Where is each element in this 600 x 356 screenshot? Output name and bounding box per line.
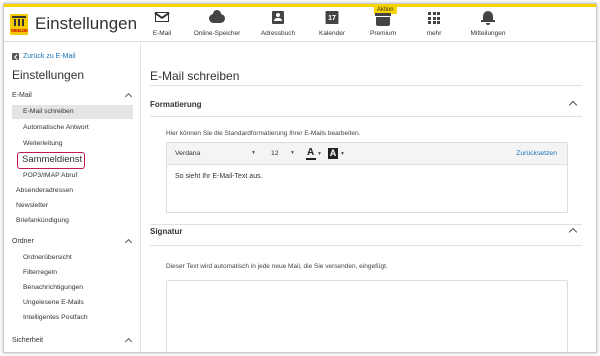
section-signatur[interactable]: Signatur xyxy=(150,227,582,237)
settings-window: WEB.DE Einstellungen E-Mail Online-Speic… xyxy=(3,3,597,353)
grid-icon xyxy=(428,12,440,24)
nav-calendar[interactable]: 17 Kalender xyxy=(306,4,358,42)
section-formatierung[interactable]: Formatierung xyxy=(150,100,582,110)
cloud-icon xyxy=(209,10,225,23)
sidebar-item-briefankuendigung[interactable]: Briefankündigung xyxy=(12,214,133,228)
background-color-icon: A xyxy=(328,148,338,159)
signature-textarea[interactable] xyxy=(166,280,568,352)
nav-label: mehr xyxy=(426,30,442,37)
sidebar-item-ordneruebersicht[interactable]: Ordnerübersicht xyxy=(12,251,133,265)
app-title: Einstellungen xyxy=(35,14,138,33)
nav-premium[interactable]: Aktion Premium xyxy=(358,4,408,42)
divider xyxy=(150,224,582,225)
sidebar-title: Einstellungen xyxy=(12,68,85,82)
back-link-label: Zurück zu E-Mail xyxy=(23,53,76,60)
chevron-up-icon xyxy=(124,92,133,101)
size-select[interactable]: 12 xyxy=(271,150,279,157)
chevron-down-icon: ▼ xyxy=(251,150,256,156)
reset-button[interactable]: Zurücksetzen xyxy=(516,150,557,157)
sidebar-item-newsletter[interactable]: Newsletter xyxy=(12,199,133,213)
sidebar-item-filterregeln[interactable]: Filterregeln xyxy=(12,266,133,280)
divider xyxy=(150,85,582,86)
top-header: WEB.DE Einstellungen E-Mail Online-Speic… xyxy=(4,4,596,42)
section-label: Signatur xyxy=(150,227,183,236)
group-ordner[interactable]: Ordner xyxy=(12,238,134,248)
sidebar-item-intelligentes-postfach[interactable]: Intelligentes Postfach xyxy=(12,311,133,325)
group-email[interactable]: E-Mail xyxy=(12,92,134,102)
divider xyxy=(150,245,582,246)
back-arrow-icon xyxy=(12,53,19,60)
editor-toolbar: Verdana ▼ 12 ▼ A ▼ A ▼ Zurücksetzen xyxy=(167,143,567,165)
background-color-button[interactable]: A ▼ xyxy=(328,147,346,161)
logo-text: WEB.DE xyxy=(11,28,28,33)
chevron-down-icon: ▼ xyxy=(290,150,295,156)
nav-label: Premium xyxy=(369,30,396,37)
sidebar-item-absenderadressen[interactable]: Absenderadressen xyxy=(12,184,133,198)
text-color-icon: A xyxy=(307,147,315,158)
group-sicherheit[interactable]: Sicherheit xyxy=(12,337,134,347)
main-nav: E-Mail Online-Speicher Adressbuch 17 Kal… xyxy=(140,4,516,42)
chevron-up-icon xyxy=(568,227,578,237)
nav-online-storage[interactable]: Online-Speicher xyxy=(184,4,250,42)
chevron-down-icon: ▼ xyxy=(317,151,322,157)
nav-label: Adressbuch xyxy=(260,30,296,37)
nav-more[interactable]: mehr xyxy=(408,4,460,42)
nav-label: Kalender xyxy=(318,30,346,37)
group-label: Sicherheit xyxy=(12,337,44,344)
mail-icon xyxy=(155,12,169,22)
signature-hint: Dieser Text wird automatisch in jede neu… xyxy=(166,263,388,270)
font-select[interactable]: Verdana xyxy=(175,150,200,157)
webde-logo[interactable]: WEB.DE xyxy=(10,14,28,35)
settings-sidebar: Zurück zu E-Mail Einstellungen E-Mail E-… xyxy=(4,43,141,352)
sidebar-item-email-schreiben[interactable]: E-Mail schreiben xyxy=(12,105,133,119)
sample-text: So sieht Ihr E-Mail-Text aus. xyxy=(175,173,263,180)
nav-label: Online-Speicher xyxy=(193,30,241,37)
formatting-hint: Hier können Sie die Standardformatierung… xyxy=(166,130,361,137)
sidebar-item-automatische-antwort[interactable]: Automatische Antwort xyxy=(12,121,133,135)
text-color-button[interactable]: A ▼ xyxy=(306,147,322,161)
nav-addressbook[interactable]: Adressbuch xyxy=(250,4,306,42)
sidebar-item-ungelesene-emails[interactable]: Ungelesene E-Mails xyxy=(12,296,133,310)
sidebar-item-sammeldienst[interactable]: Sammeldienst xyxy=(17,152,85,169)
nav-notifications[interactable]: Mitteilungen xyxy=(460,4,516,42)
back-link[interactable]: Zurück zu E-Mail xyxy=(12,53,76,60)
chevron-down-icon: ▼ xyxy=(340,151,345,157)
group-label: Ordner xyxy=(12,238,34,245)
bell-icon xyxy=(481,11,495,25)
sidebar-item-weiterleitung[interactable]: Weiterleitung xyxy=(12,137,133,151)
calendar-icon: 17 xyxy=(325,11,339,24)
sidebar-item-benachrichtigungen[interactable]: Benachrichtigungen xyxy=(12,281,133,295)
group-label: E-Mail xyxy=(12,92,32,99)
contact-icon xyxy=(272,11,284,24)
sidebar-item-pop3-imap[interactable]: POP3/IMAP Abruf xyxy=(12,169,133,183)
divider xyxy=(150,116,582,117)
nav-mail[interactable]: E-Mail xyxy=(140,4,184,42)
premium-icon xyxy=(375,13,391,26)
chevron-up-icon xyxy=(124,238,133,247)
chevron-up-icon xyxy=(124,337,133,346)
nav-label: E-Mail xyxy=(152,30,172,37)
chevron-up-icon xyxy=(568,100,578,110)
page-title: E-Mail schreiben xyxy=(150,69,240,83)
main-content: E-Mail schreiben Formatierung Hier könne… xyxy=(142,43,596,352)
nav-label: Mitteilungen xyxy=(470,30,506,37)
section-label: Formatierung xyxy=(150,100,202,109)
formatting-editor: Verdana ▼ 12 ▼ A ▼ A ▼ Zurücksetzen So s… xyxy=(166,142,568,213)
